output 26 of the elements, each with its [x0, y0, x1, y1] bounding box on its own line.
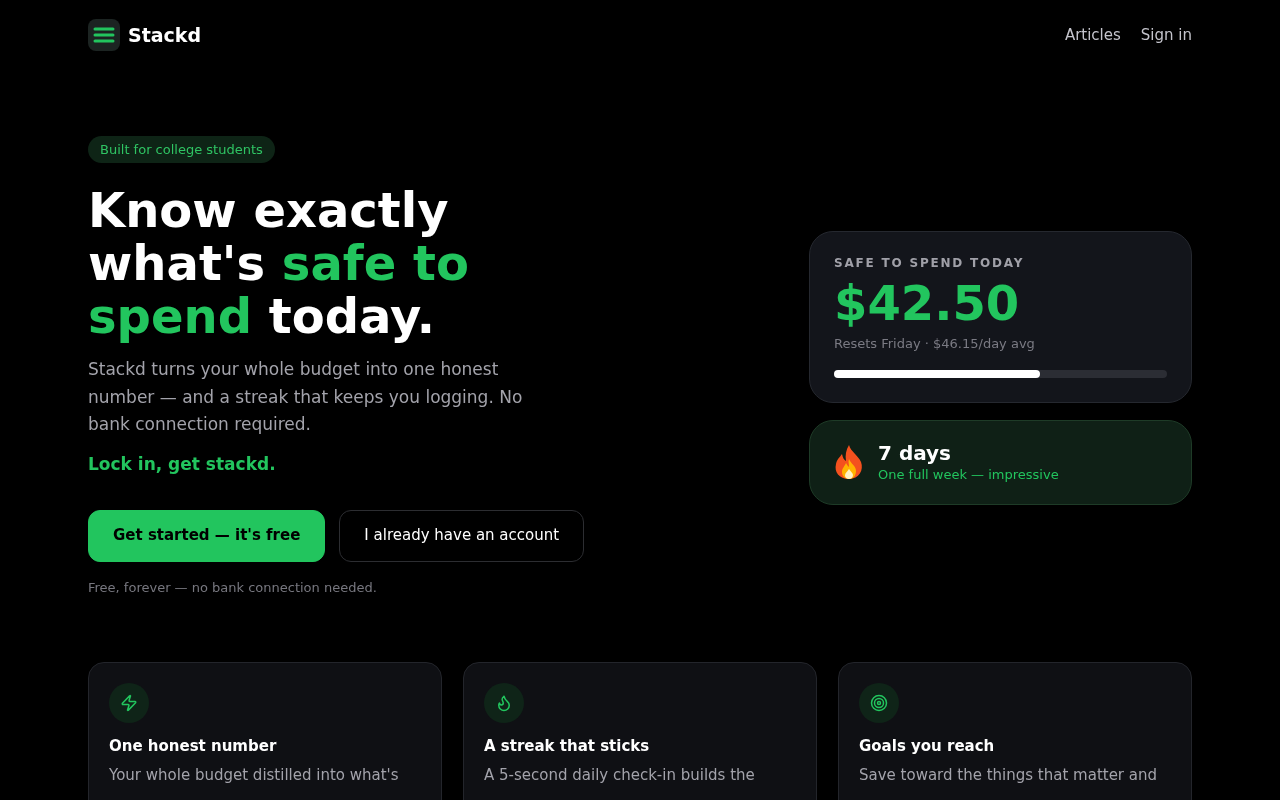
hero-headline: Know exactly what's safe to spend today.	[88, 184, 470, 343]
streak-subtitle: One full week — impressive	[878, 466, 1059, 485]
feature-description: Save toward the things that matter and	[859, 764, 1159, 786]
brand-name[interactable]: Stackd	[128, 20, 202, 50]
feature-title: One honest number	[109, 735, 278, 757]
budget-subtitle: Resets Friday · $46.15/day avg	[834, 334, 1036, 353]
nav-link[interactable]: Articles	[1064, 23, 1121, 47]
hero-footnote: Free, forever — no bank connection needed.	[88, 578, 377, 597]
nav-link[interactable]: Sign in	[1140, 23, 1192, 47]
account-button[interactable]: I already have an account	[339, 509, 585, 562]
lightning-icon	[109, 682, 149, 723]
hero-description: Stackd turns your whole budget into one honest number — and a streak that keeps you logging. No bank connection required.	[88, 358, 524, 436]
feature-title: Goals you reach	[859, 735, 996, 757]
stacked-bars-logo-icon	[88, 19, 120, 51]
audience-tag: Built for college students	[88, 136, 275, 163]
feature-title: A streak that sticks	[484, 735, 651, 757]
feature-description: A 5-second daily check-in builds the	[484, 764, 756, 786]
get-started-button[interactable]: Get started — it's free	[88, 509, 326, 562]
hero-tagline: Lock in, get stackd.	[88, 452, 276, 476]
budget-label: SAFE TO SPEND TODAY	[834, 254, 1026, 271]
budget-amount: $42.50	[834, 276, 1021, 329]
streak-title: 7 days	[878, 440, 953, 467]
target-icon	[859, 682, 899, 723]
flame-icon	[834, 445, 864, 480]
feature-description: Your whole budget distilled into what's	[109, 764, 400, 786]
flame-icon	[484, 682, 524, 723]
